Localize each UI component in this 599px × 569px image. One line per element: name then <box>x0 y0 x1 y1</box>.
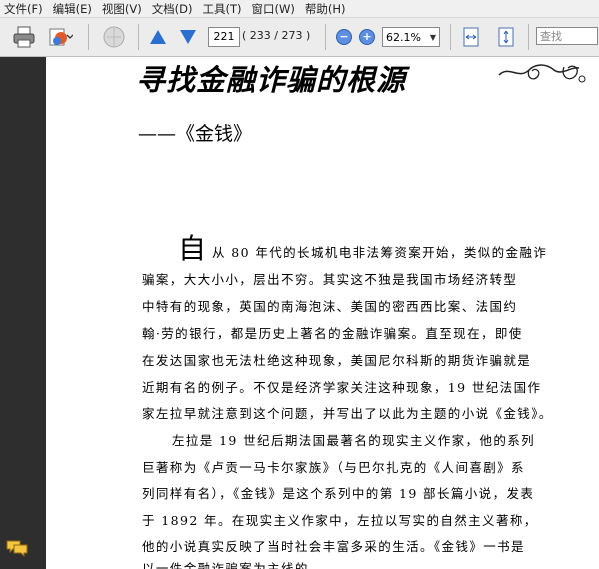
menu-view[interactable]: 视图(V) <box>98 1 148 17</box>
menu-document[interactable]: 文档(D) <box>148 1 199 17</box>
toolbar-separator <box>325 24 326 50</box>
collaborate-button[interactable] <box>100 24 128 50</box>
text-line: 近期有名的例子。不仅是经济学家关注这种现象，19 世纪法国作 <box>142 380 542 395</box>
menu-tools[interactable]: 工具(T) <box>199 1 248 17</box>
globe-icon <box>103 26 125 48</box>
printer-icon <box>13 26 35 48</box>
fit-width-button[interactable] <box>459 24 483 50</box>
zoom-in-button[interactable]: + <box>359 29 375 45</box>
drop-cap: 自 <box>178 232 207 265</box>
plus-icon: + <box>362 30 372 43</box>
toolbar-separator <box>88 24 89 50</box>
next-page-button[interactable] <box>176 24 200 50</box>
zoom-value: 62.1% <box>386 30 421 44</box>
toolbar-separator <box>528 24 529 50</box>
page-subtitle: ——《金钱》 <box>138 123 253 145</box>
text-line: 列同样有名），《金钱》是这个系列中的第 19 部长篇小说，发表 <box>142 486 535 501</box>
text-line: 中特有的现象，英国的南海泡沫、美国的密西西比案、法国约 <box>142 299 518 314</box>
text-line: 翰·劳的银行，都是历史上著名的金融诈骗案。直至现在，即使 <box>142 326 523 341</box>
text-line: 以一件金融诈骗案为主线的。 <box>142 561 323 569</box>
zoom-out-button[interactable]: − <box>336 29 352 45</box>
text-line: 骗案，大大小小，层出不穷。其实这不独是我国市场经济转型 <box>142 272 518 287</box>
text-line: 于 1892 年。在现实主义作家中，左拉以写实的自然主义著称， <box>142 513 538 528</box>
comments-icon[interactable] <box>6 539 28 557</box>
text-line: 从 80 年代的长城机电非法筹资案开始，类似的金融诈 <box>212 245 548 260</box>
arrow-down-icon <box>180 30 196 44</box>
menu-help[interactable]: 帮助(H) <box>301 1 352 17</box>
fit-page-icon <box>498 27 514 47</box>
toolbar-separator <box>450 24 451 50</box>
text-line: 在发达国家也无法杜绝这种现象，美国尼尔科斯的期货诈骗就是 <box>142 353 532 368</box>
toolbar: 221 ( 233 / 273 ) − + 62.1% ▼ 查找 <box>0 18 599 57</box>
menu-window[interactable]: 窗口(W) <box>248 1 301 17</box>
share-button[interactable] <box>46 24 74 50</box>
menu-file[interactable]: 文件(F) <box>0 1 49 17</box>
print-button[interactable] <box>10 24 38 50</box>
ornament-image <box>498 64 586 83</box>
navigation-sidebar <box>0 57 46 569</box>
text-line: 他的小说真实反映了当时社会丰富多采的生活。《金钱》一书是 <box>142 539 525 554</box>
zoom-select[interactable]: 62.1% ▼ <box>382 27 440 47</box>
minus-icon: − <box>339 30 349 43</box>
text-line: 左拉是 19 世纪后期法国最著名的现实主义作家，他的系列 <box>172 433 536 448</box>
page-count: ( 233 / 273 ) <box>242 29 311 42</box>
document-page: 寻找金融诈骗的根源 ——《金钱》 自 从 80 年代的长城机电非法筹资案开始，类… <box>46 57 599 569</box>
previous-page-button[interactable] <box>146 24 170 50</box>
arrow-up-icon <box>150 30 166 44</box>
fit-width-icon <box>463 27 479 47</box>
page-title: 寻找金融诈骗的根源 <box>136 63 407 97</box>
chevron-down-icon: ▼ <box>429 32 437 42</box>
menu-bar: 文件(F) 编辑(E) 视图(V) 文档(D) 工具(T) 窗口(W) 帮助(H… <box>0 0 599 18</box>
toolbar-separator <box>138 24 139 50</box>
fit-page-button[interactable] <box>494 24 518 50</box>
share-icon <box>49 28 73 46</box>
menu-edit[interactable]: 编辑(E) <box>49 1 98 17</box>
page-number-input[interactable]: 221 <box>208 27 240 47</box>
search-input[interactable]: 查找 <box>536 27 598 45</box>
text-line: 巨著称为《卢贡一马卡尔家族》（与巴尔扎克的《人间喜剧》系 <box>142 460 525 475</box>
text-line: 家左拉早就注意到这个问题，并写出了以此为主题的小说《金钱》。 <box>142 406 553 421</box>
